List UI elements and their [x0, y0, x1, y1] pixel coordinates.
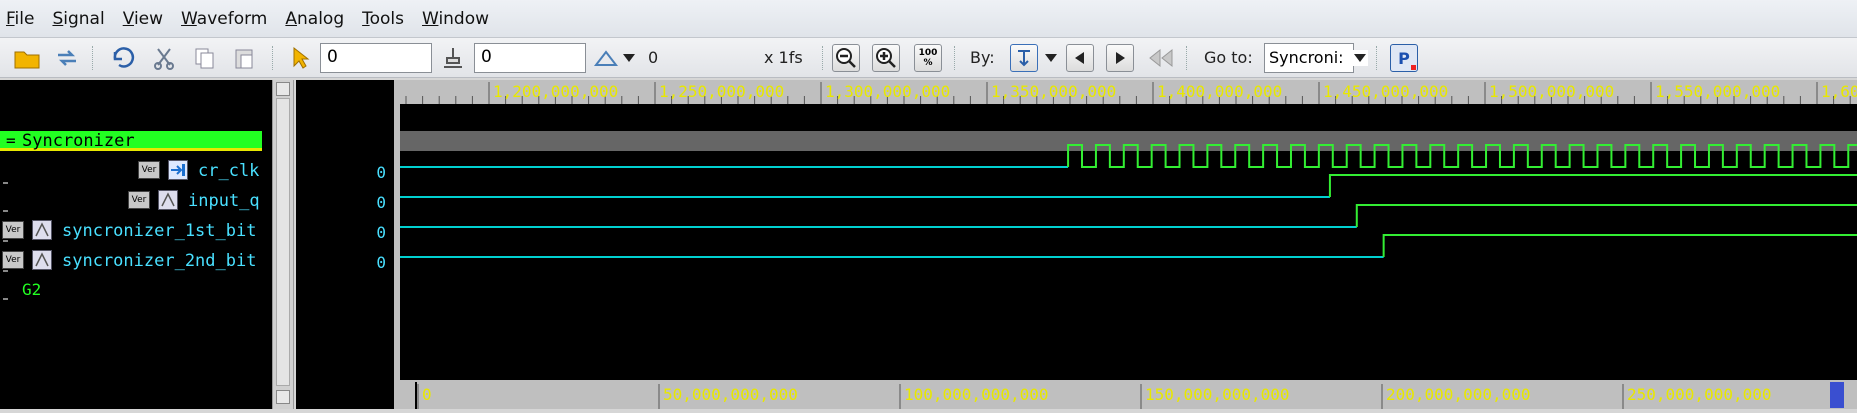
waveform-pane[interactable]: 1,200,000,000 1,250,000,000 1,300,000,000 1… [400, 80, 1857, 409]
signal-value: 0 [376, 223, 386, 242]
next-edge-icon[interactable] [1106, 44, 1134, 72]
overview-label: 150,000,000,000 [1145, 385, 1290, 404]
paste-icon[interactable] [230, 44, 258, 72]
copy-icon[interactable] [190, 44, 218, 72]
back-arrows-icon[interactable] [1146, 44, 1176, 72]
menu-view[interactable]: View [123, 9, 163, 29]
undo-icon[interactable] [108, 44, 136, 72]
signal-list: = Syncronizer Ver cr_clk Ver input_q Ver… [0, 80, 272, 409]
chevron-down-icon[interactable] [1042, 44, 1060, 72]
verilog-badge: Ver [2, 221, 24, 239]
verilog-badge: Ver [2, 251, 24, 269]
wave-sync-2nd-bit-high [1382, 234, 1857, 257]
goto-select[interactable]: Syncroni: [1264, 43, 1354, 73]
group-collapse-icon[interactable]: = [6, 131, 16, 150]
previous-edge-icon[interactable] [1066, 44, 1094, 72]
ruler-label: 1,500,000,000 [1489, 82, 1614, 101]
signal-name-cr-clk[interactable]: cr_clk [198, 161, 259, 181]
signal-value: 0 [376, 193, 386, 212]
signal-name-input-q[interactable]: input_q [188, 191, 260, 211]
menu-analog[interactable]: Analog [285, 9, 344, 29]
open-folder-icon[interactable] [12, 44, 42, 72]
chevron-down-icon[interactable] [620, 44, 638, 72]
toolbar: 0 0 0 x 1fs 100 % By: Go to: Syncroni: P [0, 38, 1857, 78]
wave-sync-1st-bit-high [1355, 204, 1857, 227]
signal-name-sync-1st-bit[interactable]: syncronizer_1st_bit [62, 221, 256, 241]
value-pane: 0 0 0 0 [296, 80, 394, 409]
ruler-label: 1,350,000,000 [991, 82, 1116, 101]
verilog-badge: Ver [138, 161, 160, 179]
cursor-input[interactable]: 0 [474, 43, 586, 73]
overview-label: 0 [422, 385, 432, 404]
menu-file[interactable]: File [6, 9, 34, 29]
goto-label: Go to: [1204, 48, 1253, 67]
menu-tools[interactable]: Tools [362, 9, 404, 29]
menu-signal[interactable]: Signal [52, 9, 104, 29]
input-port-icon [168, 160, 188, 180]
overview-label: 250,000,000,000 [1627, 385, 1772, 404]
ruler-label: 1,250,000,000 [659, 82, 784, 101]
ruler-label: 1,200,000,000 [493, 82, 618, 101]
register-icon [32, 220, 52, 240]
ruler-label: 1,400,000,000 [1157, 82, 1282, 101]
cursor-marker-icon[interactable] [440, 44, 466, 72]
delta-value: 0 [648, 48, 659, 67]
goto-select-value: Syncroni: [1269, 48, 1344, 67]
register-icon [158, 190, 178, 210]
signal-value: 0 [376, 163, 386, 182]
signal-name-sync-2nd-bit[interactable]: syncronizer_2nd_bit [62, 251, 256, 271]
group-name: Syncronizer [22, 131, 135, 151]
scroll-thumb[interactable] [276, 98, 290, 386]
p-button-label: P [1398, 48, 1410, 68]
signal-value: 0 [376, 253, 386, 272]
time-scale-label: x 1fs [764, 48, 803, 67]
menu-window[interactable]: Window [422, 9, 489, 29]
overview-label: 50,000,000,000 [663, 385, 798, 404]
group-name-g2[interactable]: G2 [22, 280, 41, 299]
pointer-icon[interactable] [288, 44, 312, 72]
time-input[interactable]: 0 [320, 43, 432, 73]
ruler-label: 1,550,000,000 [1655, 82, 1780, 101]
overview-label: 200,000,000,000 [1386, 385, 1531, 404]
ruler-label: 1,300,000,000 [825, 82, 950, 101]
zoom-full-button[interactable]: 100 % [914, 44, 942, 72]
menu-waveform[interactable]: Waveform [181, 9, 267, 29]
scroll-up-icon[interactable] [276, 82, 290, 96]
register-icon [32, 250, 52, 270]
cut-icon[interactable] [150, 44, 178, 72]
menu-bar: File Signal View Waveform Analog Tools W… [0, 0, 1857, 38]
overview-label: 100,000,000,000 [904, 385, 1049, 404]
edge-search-icon[interactable] [1010, 44, 1038, 72]
waveform-canvas[interactable]: 1,200,000,000 1,250,000,000 1,300,000,000 1… [400, 80, 1857, 409]
overview-viewport-thumb[interactable] [1830, 382, 1844, 408]
chevron-down-icon[interactable] [1352, 50, 1368, 66]
reload-icon[interactable] [52, 44, 82, 72]
zoom-in-icon[interactable] [872, 44, 900, 72]
scroll-down-icon[interactable] [276, 390, 290, 404]
p-button[interactable]: P [1390, 44, 1418, 72]
ruler-label: 1,60 [1821, 82, 1857, 101]
group-row[interactable]: = Syncronizer [0, 131, 262, 151]
by-label: By: [970, 48, 995, 67]
wave-input-q-high [1328, 174, 1857, 197]
verilog-badge: Ver [128, 191, 150, 209]
ruler-label: 1,450,000,000 [1323, 82, 1448, 101]
delta-icon [592, 44, 620, 72]
top-time-ruler [400, 80, 1857, 104]
signal-list-scrollbar[interactable] [272, 80, 294, 409]
zoom-out-icon[interactable] [832, 44, 860, 72]
